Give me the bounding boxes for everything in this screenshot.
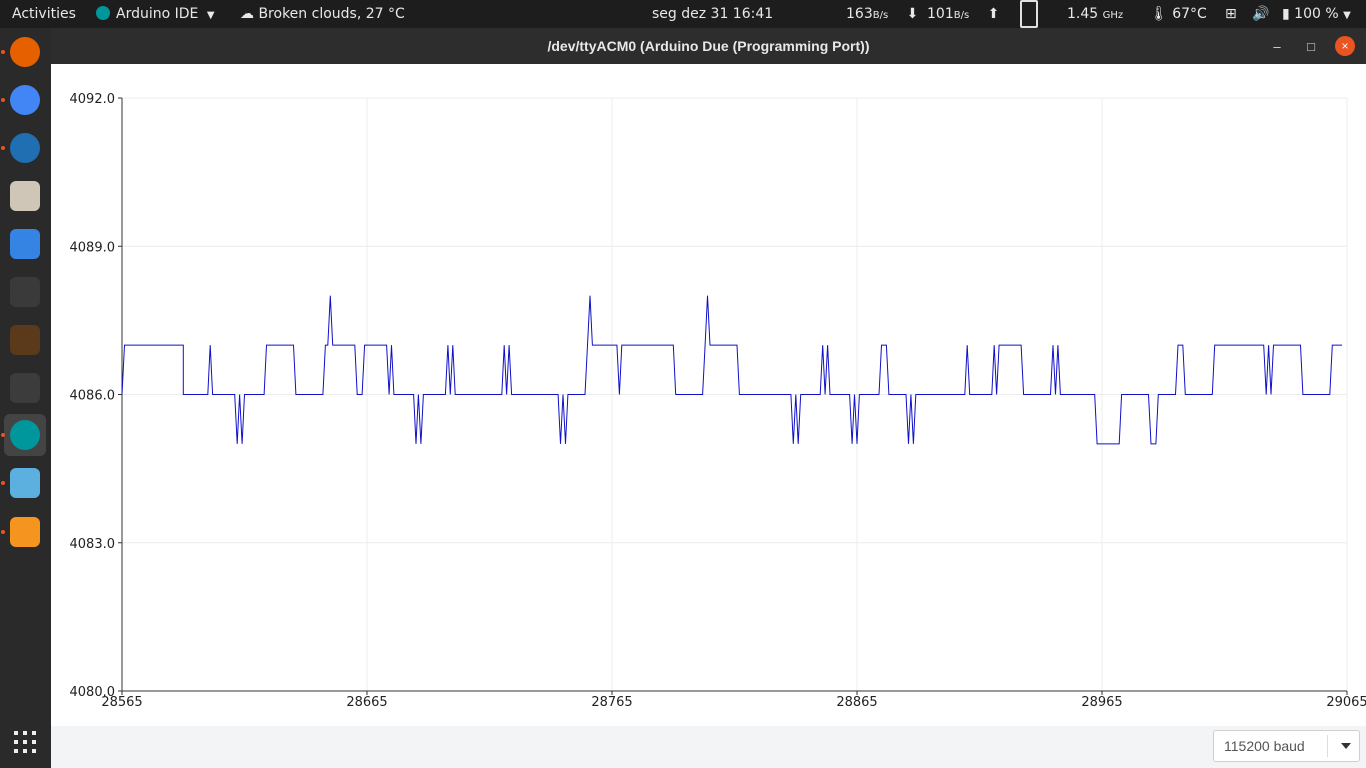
app-grid-dot	[14, 740, 18, 744]
text-editor-icon	[10, 229, 40, 259]
maximize-button[interactable]: □	[1301, 36, 1321, 56]
dock-item-pdf[interactable]	[4, 511, 46, 553]
x-tick-label: 28665	[346, 695, 387, 710]
thunderbird-icon	[10, 133, 40, 163]
battery-icon: ▮	[1282, 6, 1290, 22]
files-icon	[10, 181, 40, 211]
chrome-icon	[10, 85, 40, 115]
net-upload[interactable]: 101B/s ⬆	[927, 0, 999, 28]
dock-item-text-editor[interactable]	[4, 223, 46, 265]
battery-indicator[interactable]: ▮ 100 % ▼	[1282, 0, 1351, 28]
system-monitor-icon	[10, 373, 40, 403]
dock-item-system-monitor[interactable]	[4, 367, 46, 409]
y-tick-label: 4092.0	[70, 92, 116, 107]
network-icon[interactable]: ⊞	[1225, 0, 1237, 28]
select-divider	[1327, 735, 1328, 757]
serial-plot: 4092.04089.04086.04083.04080.028565 28665…	[70, 92, 1366, 710]
net-download[interactable]: 163B/s ⬇	[846, 0, 918, 28]
running-indicator	[1, 481, 5, 485]
minimize-button[interactable]: –	[1267, 36, 1287, 56]
cpu-frequency[interactable]: 1.45 GHz	[1067, 0, 1123, 28]
arrow-up-icon: ⬆	[987, 6, 1000, 22]
series-line	[121, 295, 1343, 445]
thermometer-icon: 🌡	[1150, 6, 1168, 22]
y-tick-label: 4083.0	[70, 537, 116, 552]
cpu-freq-value: 1.45	[1067, 6, 1099, 22]
dock	[0, 28, 51, 768]
net-up-unit: B/s	[953, 10, 970, 21]
baud-rate-select[interactable]: 115200 baud	[1213, 730, 1360, 762]
chevron-down-icon: ▼	[1343, 10, 1351, 21]
app-grid-dot	[14, 731, 18, 735]
screen-icon[interactable]	[1020, 0, 1038, 28]
x-tick-label: 28965	[1081, 695, 1122, 710]
running-indicator	[1, 50, 5, 54]
dock-item-terminal[interactable]	[4, 271, 46, 313]
dock-item-files[interactable]	[4, 175, 46, 217]
title-bar[interactable]: /dev/ttyACM0 (Arduino Due (Programming P…	[51, 28, 1366, 64]
firefox-icon	[10, 37, 40, 67]
temperature-text: 67°C	[1172, 6, 1207, 22]
running-indicator	[1, 146, 5, 150]
dock-item-arduino[interactable]	[4, 414, 46, 456]
x-tick-label: 28565	[101, 695, 142, 710]
baud-rate-value: 115200 baud	[1224, 738, 1305, 754]
dock-item-image-viewer[interactable]	[4, 462, 46, 504]
running-indicator	[1, 530, 5, 534]
image-viewer-icon	[10, 468, 40, 498]
close-button[interactable]: ×	[1335, 36, 1355, 56]
net-down-value: 163	[846, 6, 873, 22]
terminal-icon	[10, 277, 40, 307]
dock-item-chrome[interactable]	[4, 79, 46, 121]
show-applications-icon[interactable]	[14, 731, 36, 753]
window-title: /dev/ttyACM0 (Arduino Due (Programming P…	[547, 38, 870, 54]
app-name: Arduino IDE	[116, 6, 199, 22]
arduino-icon	[10, 420, 40, 450]
app-grid-dot	[14, 749, 18, 753]
serial-plotter-window: /dev/ttyACM0 (Arduino Due (Programming P…	[51, 28, 1366, 768]
net-down-unit: B/s	[872, 10, 889, 21]
app-grid-dot	[32, 749, 36, 753]
y-tick-label: 4089.0	[70, 240, 116, 255]
volume-icon[interactable]: 🔊	[1252, 0, 1269, 28]
equalizer-icon	[10, 325, 40, 355]
app-grid-dot	[23, 749, 27, 753]
x-tick-label: 28765	[591, 695, 632, 710]
app-menu[interactable]: Arduino IDE ▼	[96, 0, 215, 28]
plot-area: 4092.0 4089.0 4086.0 4083.0 4080.0 28565 28665…	[51, 64, 1366, 726]
cpu-freq-unit: GHz	[1102, 10, 1124, 21]
arrow-down-icon: ⬇	[906, 6, 919, 22]
bottom-bar: 115200 baud	[51, 726, 1366, 768]
net-up-value: 101	[927, 6, 954, 22]
x-tick-label: 29065	[1326, 695, 1366, 710]
y-tick-label: 4086.0	[70, 389, 116, 404]
top-bar: Activities Arduino IDE ▼ ☁ Broken clouds…	[0, 0, 1366, 28]
app-grid-dot	[32, 731, 36, 735]
dock-item-equalizer[interactable]	[4, 319, 46, 361]
x-tick-label: 28865	[836, 695, 877, 710]
weather-text: Broken clouds, 27 °C	[258, 6, 405, 22]
temperature-indicator[interactable]: 🌡 67°C	[1150, 0, 1207, 28]
app-grid-dot	[32, 740, 36, 744]
battery-text: 100 %	[1294, 6, 1339, 22]
pdf-icon	[10, 517, 40, 547]
chevron-down-icon: ▼	[206, 10, 215, 21]
clock[interactable]: seg dez 31 16:41	[652, 0, 773, 28]
dock-item-thunderbird[interactable]	[4, 127, 46, 169]
cloud-icon: ☁	[240, 6, 254, 22]
weather-indicator[interactable]: ☁ Broken clouds, 27 °C	[240, 0, 405, 28]
dock-item-firefox[interactable]	[4, 31, 46, 73]
chevron-down-icon	[1341, 743, 1351, 749]
activities-button[interactable]: Activities	[12, 0, 76, 28]
running-indicator	[1, 98, 5, 102]
app-grid-dot	[23, 740, 27, 744]
app-grid-dot	[23, 731, 27, 735]
running-indicator	[1, 433, 5, 437]
arduino-app-icon	[96, 6, 110, 20]
